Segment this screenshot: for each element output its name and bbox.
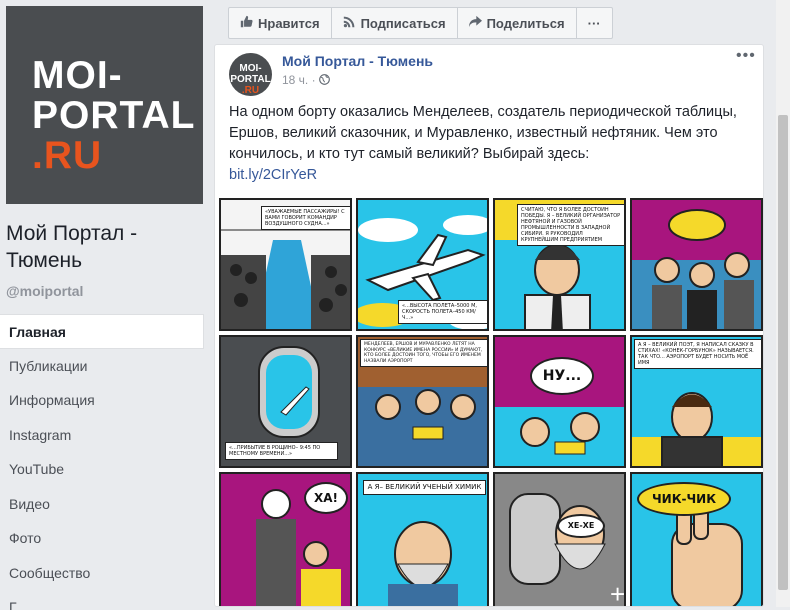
share-button[interactable]: Поделиться <box>458 8 577 38</box>
post-body: На одном борту оказались Менделеев, созд… <box>229 104 737 162</box>
logo-text: MOI- PORTAL .RU <box>32 54 196 177</box>
nav-item-photos[interactable]: Фото <box>0 521 204 556</box>
comic-panel-muravlenko: СЧИТАЮ, ЧТО Я БОЛЕЕ ДОСТОИН ПОБЕДЫ. Я – … <box>493 198 626 331</box>
left-sidebar: MOI- PORTAL .RU Мой Портал - Тюмень @moi… <box>0 0 214 610</box>
more-photos-count[interactable]: +2 <box>610 579 624 606</box>
comic-panel-ha: ХА! <box>219 472 352 606</box>
separator-dot: · <box>311 73 319 87</box>
like-label: Нравится <box>258 15 320 31</box>
post-time[interactable]: 18 ч. <box>282 73 308 87</box>
comic-caption-p8: А Я – ВЕЛИКИЙ ПОЭТ, Я НАПИСАЛ СКАЗКУ В С… <box>634 339 761 369</box>
nav-item-instagram[interactable]: Instagram <box>0 418 204 453</box>
comic-panel-plane: «...ВЫСОТА ПОЛЕТА–5000 М, СКОРОСТЬ ПОЛЕТ… <box>356 198 489 331</box>
heroes-illustration <box>632 209 761 329</box>
post-text: На одном борту оказались Менделеев, созд… <box>229 102 759 186</box>
comic-panel-passengers: МЕНДЕЛЕЕВ, ЕРШОВ И МУРАВЛЕНКО ЛЕТЯТ НА К… <box>356 335 489 468</box>
post-author[interactable]: Мой Портал - Тюмень <box>282 53 433 69</box>
like-button[interactable]: Нравится <box>229 8 332 38</box>
nav-item-youtube[interactable]: YouTube <box>0 452 204 487</box>
share-label: Поделиться <box>486 15 565 31</box>
post-meta: 18 ч. · <box>282 73 330 87</box>
comic-panel-chik: ЧИК-ЧИК <box>630 472 763 606</box>
comic-panel-ershov: А Я – ВЕЛИКИЙ ПОЭТ, Я НАПИСАЛ СКАЗКУ В С… <box>630 335 763 468</box>
globe-icon <box>319 73 330 87</box>
page-name[interactable]: Мой Портал - Тюмень <box>6 220 206 274</box>
follow-button[interactable]: Подписаться <box>332 8 458 38</box>
comic-caption-p1: «УВАЖАЕМЫЕ ПАССАЖИРЫ! С ВАМИ ГОВОРИТ КОМ… <box>261 206 350 230</box>
comic-panel-nu: НУ... <box>493 335 626 468</box>
post-options-icon[interactable]: ••• <box>736 47 756 65</box>
comic-panel-hehe: ХЕ-ХЕ +2 <box>493 472 626 606</box>
comic-bubble-p12: ЧИК-ЧИК <box>637 482 731 516</box>
comic-caption-p6: МЕНДЕЛЕЕВ, ЕРШОВ И МУРАВЛЕНКО ЛЕТЯТ НА К… <box>360 339 487 367</box>
nav-item-partial[interactable]: Г... <box>0 590 204 610</box>
hehe-illustration <box>509 493 606 585</box>
comic-bubble-p9: ХА! <box>304 482 348 514</box>
nav-item-about[interactable]: Информация <box>0 383 204 418</box>
more-dots-icon: ··· <box>587 15 601 31</box>
comic-panel-three-heroes <box>630 198 763 331</box>
rss-icon <box>343 15 356 31</box>
post-avatar[interactable]: MOI- PORTAL .RU <box>229 53 272 96</box>
nav-item-videos[interactable]: Видео <box>0 487 204 522</box>
comic-panel-mendeleev: А Я– ВЕЛИКИЙ УЧЕНЫЙ ХИМИК <box>356 472 489 606</box>
comic-caption-p3: СЧИТАЮ, ЧТО Я БОЛЕЕ ДОСТОИН ПОБЕДЫ. Я – … <box>517 204 624 246</box>
comic-image-grid[interactable]: «УВАЖАЕМЫЕ ПАССАЖИРЫ! С ВАМИ ГОВОРИТ КОМ… <box>215 196 763 606</box>
comic-panel-cabin: «УВАЖАЕМЫЕ ПАССАЖИРЫ! С ВАМИ ГОВОРИТ КОМ… <box>219 198 352 331</box>
page-action-bar: Нравится Подписаться Поделиться ··· <box>228 7 613 39</box>
share-arrow-icon <box>468 15 482 31</box>
thumbs-up-icon <box>240 15 253 31</box>
nav-item-posts[interactable]: Публикации <box>0 349 204 384</box>
page-handle[interactable]: @moiportal <box>6 283 83 299</box>
follow-label: Подписаться <box>360 15 446 31</box>
comic-caption-p2: «...ВЫСОТА ПОЛЕТА–5000 М, СКОРОСТЬ ПОЛЕТ… <box>398 300 487 324</box>
page-profile-logo[interactable]: MOI- PORTAL .RU <box>6 6 203 204</box>
post-link[interactable]: bit.ly/2CIrYeR <box>229 167 317 183</box>
page-nav: Главная Публикации Информация Instagram … <box>0 314 204 610</box>
scrollbar-thumb[interactable] <box>778 115 788 590</box>
nav-item-home[interactable]: Главная <box>0 314 204 349</box>
comic-caption-p10: А Я– ВЕЛИКИЙ УЧЕНЫЙ ХИМИК <box>363 480 486 495</box>
more-options-button[interactable]: ··· <box>577 8 612 38</box>
comic-bubble-p7: НУ... <box>530 357 594 395</box>
comic-caption-p5: «...ПРИБЫТИЕ В РОЩИНО– 9:45 ПО МЕСТНОМУ … <box>225 442 338 460</box>
comic-panel-window: «...ПРИБЫТИЕ В РОЩИНО– 9:45 ПО МЕСТНОМУ … <box>219 335 352 468</box>
post-card: MOI- PORTAL .RU Мой Портал - Тюмень 18 ч… <box>214 44 764 607</box>
comic-bubble-p11: ХЕ-ХЕ <box>557 514 605 538</box>
nav-item-community[interactable]: Сообщество <box>0 556 204 591</box>
